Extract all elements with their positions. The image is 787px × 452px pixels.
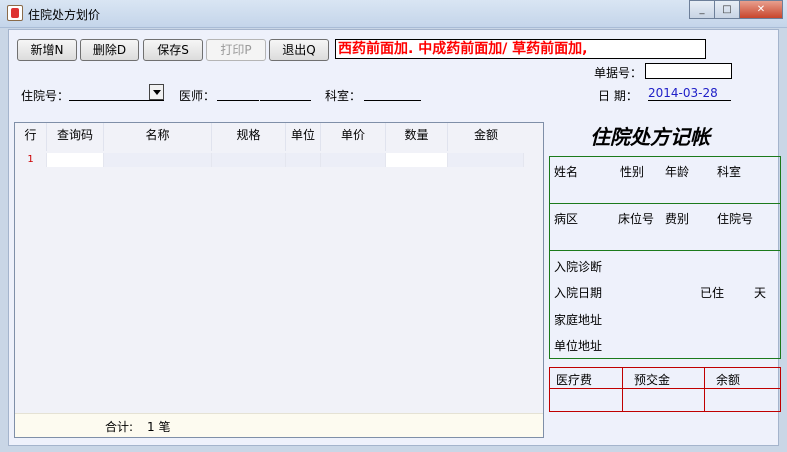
- new-button[interactable]: 新增N: [17, 39, 77, 61]
- diagnosis-label: 入院诊断: [554, 260, 603, 274]
- days-label: 天: [754, 286, 767, 300]
- cell-amount[interactable]: [448, 153, 524, 167]
- app-icon: [7, 5, 23, 21]
- col-row: 行: [15, 123, 47, 151]
- fee-type-label: 费别: [665, 212, 690, 226]
- main-form: 新增N 删除D 保存S 打印P 退出Q 西药前面加. 中成药前面加/ 草药前面加…: [8, 29, 781, 446]
- inpatient-no-label: 住院号：: [21, 89, 70, 103]
- table-row[interactable]: 1: [15, 153, 543, 167]
- col-qty: 数量: [386, 123, 448, 151]
- col-amount: 金额: [473, 128, 498, 142]
- cell-query-code[interactable]: [47, 153, 104, 167]
- maximize-button[interactable]: □: [714, 0, 740, 19]
- work-address-label: 单位地址: [554, 339, 603, 353]
- delete-button[interactable]: 删除D: [80, 39, 139, 61]
- cell-price[interactable]: [321, 153, 386, 167]
- row-number: 1: [15, 153, 47, 167]
- title-bar: 住院处方划价 _ □ ✕: [0, 0, 787, 28]
- minimize-button[interactable]: _: [689, 0, 715, 19]
- total-label: 合计:: [105, 420, 134, 434]
- stayed-label: 已住: [700, 286, 725, 300]
- col-unit: 单位: [286, 123, 321, 151]
- ward-label: 病区: [554, 212, 579, 226]
- col-query-code: 查询码: [47, 123, 104, 151]
- date-label: 日 期：: [598, 89, 638, 103]
- inpatient-no-select[interactable]: [69, 84, 164, 101]
- prepay-label: 预交金: [634, 373, 671, 387]
- prescription-grid[interactable]: 行 查询码 名称 规格 单位 单价 数量 金额 1 合计: 1 笔: [14, 122, 544, 438]
- dept-info-label: 科室: [717, 165, 742, 179]
- patient-info-panel: 姓名 性别 年龄 科室 病区 床位号 费别 住院号 入院诊断 入院日期 已住 天…: [549, 156, 781, 359]
- fees-table: 医疗费 预交金 余额: [549, 367, 781, 412]
- name-label: 姓名: [554, 165, 579, 179]
- medicine-prefix-notice: 西药前面加. 中成药前面加/ 草药前面加,: [335, 39, 706, 59]
- receipt-no-field[interactable]: [645, 63, 732, 79]
- cell-name[interactable]: [104, 153, 212, 167]
- total-count: 1 笔: [147, 420, 171, 434]
- col-price: 单价: [321, 123, 386, 151]
- cell-unit[interactable]: [286, 153, 321, 167]
- balance-label: 余额: [716, 373, 741, 387]
- gender-label: 性别: [620, 165, 645, 179]
- print-button[interactable]: 打印P: [206, 39, 266, 61]
- panel-title: 住院处方记帐: [590, 125, 710, 149]
- inpatient-no-info-label: 住院号: [717, 212, 754, 226]
- window-title: 住院处方划价: [28, 8, 101, 22]
- col-name: 名称: [104, 123, 212, 151]
- save-button[interactable]: 保存S: [143, 39, 203, 61]
- exit-button[interactable]: 退出Q: [269, 39, 329, 61]
- age-label: 年龄: [665, 165, 690, 179]
- receipt-no-label: 单据号：: [594, 66, 643, 80]
- chevron-down-icon[interactable]: [149, 84, 164, 100]
- doctor-name-field[interactable]: [260, 87, 311, 101]
- cell-spec[interactable]: [212, 153, 286, 167]
- home-address-label: 家庭地址: [554, 313, 603, 327]
- dept-label: 科室：: [325, 89, 362, 103]
- doctor-code-field[interactable]: [217, 87, 259, 101]
- bed-no-label: 床位号: [618, 212, 655, 226]
- grid-footer: 合计: 1 笔: [15, 413, 543, 437]
- window-controls: _ □ ✕: [689, 0, 783, 19]
- col-spec: 规格: [212, 123, 286, 151]
- close-button[interactable]: ✕: [739, 0, 783, 19]
- doctor-label: 医师：: [179, 89, 216, 103]
- date-field[interactable]: 2014-03-28: [648, 86, 731, 101]
- dept-field[interactable]: [364, 87, 421, 101]
- admit-date-label: 入院日期: [554, 286, 603, 300]
- grid-header: 行 查询码 名称 规格 单位 单价 数量 金额: [15, 123, 543, 151]
- medical-fee-label: 医疗费: [556, 373, 593, 387]
- cell-qty[interactable]: [386, 153, 448, 167]
